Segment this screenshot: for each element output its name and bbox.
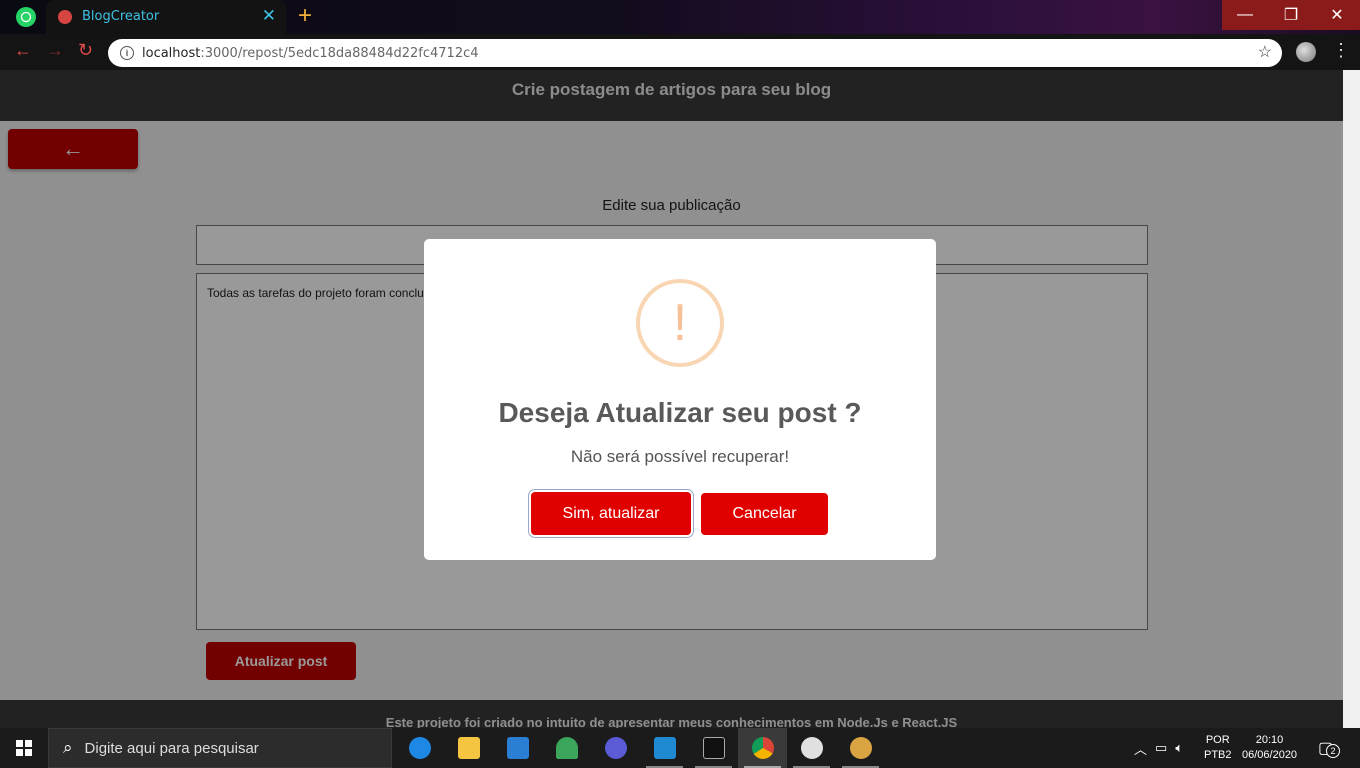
- profile-avatar[interactable]: [1296, 42, 1316, 62]
- url-text: localhost:3000/repost/5edc18da88484d22fc…: [142, 46, 479, 61]
- notification-count: 2: [1326, 744, 1340, 758]
- system-tray: ︿ ▭ 🔈︎: [1134, 728, 1183, 768]
- minimize-button[interactable]: —: [1222, 0, 1268, 30]
- notification-icon[interactable]: ▢ 2: [1318, 738, 1340, 758]
- vscode-icon[interactable]: [640, 728, 689, 768]
- taskbar: ⌕ Digite aqui para pesquisar ︿ ▭ 🔈︎ POR …: [0, 728, 1360, 768]
- browser-menu-icon[interactable]: ⋮: [1332, 40, 1350, 61]
- page-scrollbar[interactable]: [1343, 70, 1360, 728]
- moon-app-icon[interactable]: [591, 728, 640, 768]
- edge-icon[interactable]: [395, 728, 444, 768]
- bookmark-star-icon[interactable]: ☆: [1258, 42, 1272, 62]
- confirm-dialog: ! Deseja Atualizar seu post ? Não será p…: [424, 239, 936, 560]
- warning-icon: !: [636, 279, 724, 367]
- clock-date: 06/06/2020: [1242, 749, 1298, 761]
- chevron-up-icon[interactable]: ︿: [1134, 739, 1147, 758]
- taskbar-search[interactable]: ⌕ Digite aqui para pesquisar: [48, 728, 392, 768]
- search-icon: ⌕: [63, 738, 73, 757]
- rocket-app-icon[interactable]: [542, 728, 591, 768]
- url-path: :3000/repost/5edc18da88484d22fc4712c4: [200, 45, 479, 61]
- forward-arrow-icon[interactable]: →: [46, 40, 64, 61]
- confirm-update-button[interactable]: Sim, atualizar: [531, 492, 691, 535]
- info-icon[interactable]: i: [120, 46, 134, 60]
- file-explorer-icon[interactable]: [444, 728, 493, 768]
- whatsapp-icon[interactable]: [16, 7, 36, 27]
- reload-icon[interactable]: ↻: [78, 40, 93, 61]
- dialog-title: Deseja Atualizar seu post ?: [498, 397, 862, 428]
- address-bar[interactable]: i localhost:3000/repost/5edc18da88484d22…: [108, 39, 1282, 67]
- page-viewport: Crie postagem de artigos para seu blog ←…: [0, 70, 1360, 728]
- window-close-button[interactable]: ✕: [1314, 0, 1360, 30]
- language-indicator[interactable]: POR PTB2: [1204, 728, 1232, 768]
- network-icon[interactable]: ▭: [1155, 740, 1167, 756]
- lang-line1: POR: [1205, 734, 1230, 746]
- dialog-text: Não será possível recuperar!: [570, 447, 790, 466]
- browser-tabbar: BlogCreator ✕ + — ❐ ✕: [0, 0, 1360, 34]
- chrome-icon[interactable]: [738, 728, 787, 768]
- mail-icon[interactable]: [493, 728, 542, 768]
- clock-time: 20:10: [1255, 734, 1284, 746]
- globe-icon: [58, 10, 72, 24]
- browser-toolbar: ← → ↻ i localhost:3000/repost/5edc18da88…: [0, 34, 1360, 70]
- paint3d-icon[interactable]: [787, 728, 836, 768]
- lang-line2: PTB2: [1204, 749, 1232, 761]
- windows-logo-icon: [16, 740, 32, 756]
- restore-button[interactable]: ❐: [1268, 0, 1314, 30]
- url-host: localhost: [142, 45, 201, 61]
- paint-icon[interactable]: [836, 728, 885, 768]
- start-button[interactable]: [0, 728, 48, 768]
- back-arrow-icon[interactable]: ←: [14, 40, 32, 61]
- new-tab-button[interactable]: +: [298, 3, 312, 29]
- cancel-button[interactable]: Cancelar: [701, 493, 828, 535]
- close-tab-icon[interactable]: ✕: [262, 6, 276, 26]
- browser-tab[interactable]: BlogCreator ✕: [46, 0, 286, 34]
- volume-icon[interactable]: 🔈︎: [1175, 740, 1183, 756]
- search-placeholder: Digite aqui para pesquisar: [84, 739, 259, 757]
- clock[interactable]: 20:10 06/06/2020: [1242, 728, 1297, 768]
- terminal-icon[interactable]: [689, 728, 738, 768]
- tab-title: BlogCreator: [82, 9, 160, 24]
